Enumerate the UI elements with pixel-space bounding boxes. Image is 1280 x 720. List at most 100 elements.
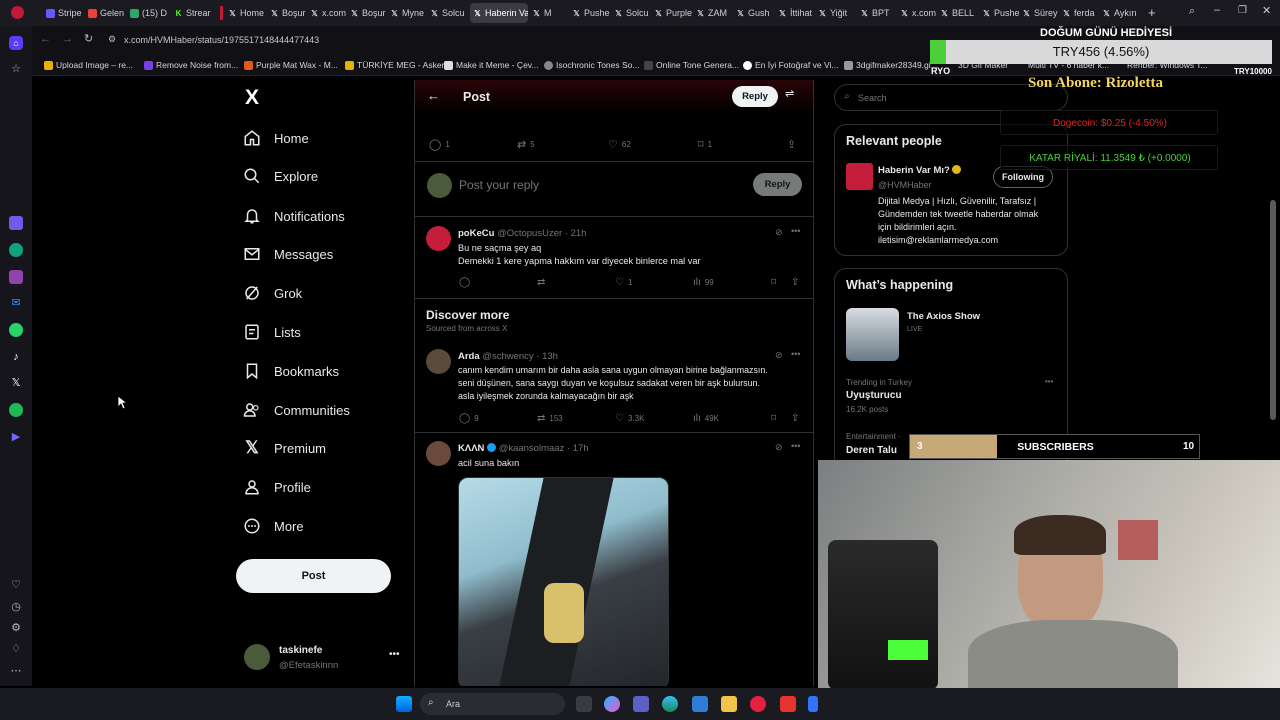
x-icon[interactable]: 𝕏	[9, 376, 23, 390]
opera-icon[interactable]	[750, 696, 766, 712]
repost-action[interactable]: ⇄	[537, 277, 545, 288]
views-action[interactable]: ılı 49K	[693, 413, 719, 424]
page-scrollbar[interactable]	[1270, 200, 1276, 420]
share-action[interactable]: ⇪	[791, 277, 799, 288]
person-handle[interactable]: @HVMHaber	[878, 180, 932, 190]
browser-logo-icon[interactable]	[11, 6, 24, 19]
filter-icon[interactable]: ⇌	[785, 87, 794, 100]
aria-icon[interactable]	[9, 216, 23, 230]
post-button[interactable]: Post	[236, 559, 391, 593]
nav-home[interactable]: Home	[243, 124, 309, 152]
author-handle[interactable]: @kaansolmaaz	[499, 443, 565, 454]
browser-tab[interactable]: (15) D	[130, 3, 170, 23]
more-dots-icon[interactable]: •••	[791, 349, 800, 359]
browser-tab[interactable]: 𝕏ferda	[1062, 3, 1100, 23]
search-tabs-icon[interactable]: ⌕	[1189, 5, 1195, 18]
home-icon[interactable]: ⌂	[9, 36, 23, 50]
browser-tab[interactable]: Stripe	[46, 3, 86, 23]
edge-icon[interactable]	[662, 696, 678, 712]
post-time[interactable]: · 13h	[536, 351, 558, 362]
bookmark[interactable]: Upload Image – re...	[44, 58, 133, 72]
site-info-icon[interactable]: ⚙	[108, 34, 116, 45]
maximize-icon[interactable]: ❐	[1238, 5, 1247, 16]
bookmark[interactable]: TÜRKİYE MEG - Asker...	[345, 58, 451, 72]
share-action[interactable]: ⇪	[787, 138, 796, 151]
grok-icon[interactable]: ⊘	[775, 442, 783, 453]
copilot-icon[interactable]	[604, 696, 620, 712]
nav-more[interactable]: More	[243, 512, 304, 540]
share-action[interactable]: ⇪	[791, 413, 799, 424]
more-dots-icon[interactable]: •••	[791, 441, 800, 451]
browser-tab[interactable]: 𝕏 İttihat	[778, 3, 816, 23]
app-icon[interactable]	[808, 696, 818, 712]
repost-action[interactable]: ⇄ 5	[517, 138, 535, 151]
author-name[interactable]: Arda	[458, 351, 480, 362]
bookmark[interactable]: Make it Meme - Çev...	[444, 58, 539, 72]
bookmark[interactable]: En İyi Fotoğraf ve Vi...	[743, 58, 838, 72]
nav-premium[interactable]: 𝕏 Premium	[243, 434, 326, 462]
forward-icon[interactable]: →	[62, 33, 73, 45]
person-name[interactable]: Haberin Var Mı?	[878, 165, 962, 176]
post-time[interactable]: · 17h	[567, 443, 589, 454]
messenger-icon[interactable]: ✉	[9, 296, 23, 310]
chatgpt-icon[interactable]	[9, 243, 23, 257]
author-handle[interactable]: @schwency	[482, 351, 533, 362]
browser-tab-active[interactable]: 𝕏 Haberin Va	[470, 3, 528, 23]
heart-icon[interactable]: ♡	[9, 578, 23, 592]
history-icon[interactable]: ◷	[9, 600, 23, 614]
player-icon[interactable]: ▶	[9, 430, 23, 444]
more-icon[interactable]: ⋯	[9, 664, 23, 678]
browser-tab[interactable]: 𝕏 Yiğit	[818, 3, 856, 23]
new-tab-icon[interactable]: +	[1148, 5, 1156, 20]
bookmark[interactable]: Isochronic Tones So...	[544, 58, 639, 72]
minimize-icon[interactable]: –	[1214, 4, 1220, 16]
app-icon[interactable]	[780, 696, 796, 712]
browser-tab[interactable]: 𝕏 BPT	[860, 3, 898, 23]
back-icon[interactable]: ←	[40, 33, 51, 45]
reply-action[interactable]: ◯	[459, 277, 470, 288]
like-action[interactable]: ♡ 3.3K	[615, 413, 644, 424]
url-field[interactable]: x.com/HVMHaber/status/197551714844447744…	[124, 35, 319, 45]
nav-communities[interactable]: Communities	[243, 396, 350, 424]
person-bio-email[interactable]: iletisim@reklamlarmedya.com	[878, 235, 998, 245]
more-dots-icon[interactable]: •••	[791, 226, 800, 236]
reload-icon[interactable]: ↻	[84, 32, 93, 45]
header-reply-button[interactable]: Reply	[732, 86, 778, 107]
taskbar-search[interactable]: ⌕ Ara	[420, 693, 565, 715]
browser-tab[interactable]: 𝕏x.com	[310, 3, 346, 23]
spotify-icon[interactable]	[9, 403, 23, 417]
browser-tab[interactable]: 𝕏 Solcu	[430, 3, 466, 23]
browser-tab[interactable]: 𝕏 BELL	[940, 3, 978, 23]
nav-messages[interactable]: Messages	[243, 240, 333, 268]
browser-tab[interactable]: K Strear	[174, 3, 214, 23]
bookmark[interactable]: Online Tone Genera...	[644, 58, 739, 72]
browser-tab[interactable]: 𝕏 Aykırı	[1102, 3, 1140, 23]
browser-tab[interactable]: 𝕏 Boşur	[350, 3, 386, 23]
back-arrow-icon[interactable]: ←	[427, 88, 440, 103]
composer-reply-button[interactable]: Reply	[753, 173, 802, 196]
reply-composer-input[interactable]: Post your reply	[459, 178, 539, 192]
nav-notifications[interactable]: Notifications	[243, 202, 345, 230]
account-switcher[interactable]: taskinefe @Efetaskinnn •••	[244, 643, 404, 675]
author-name[interactable]: ΚΛΛΝ	[458, 443, 484, 454]
browser-tab[interactable]: 𝕏 Gush	[736, 3, 774, 23]
windows-start-icon[interactable]	[396, 696, 412, 712]
nav-bookmarks[interactable]: Bookmarks	[243, 357, 339, 385]
like-action[interactable]: ♡ 1	[615, 277, 632, 288]
whatsapp-icon[interactable]	[9, 323, 23, 337]
bookmark-action[interactable]: ⌑	[771, 277, 776, 288]
tweet-media[interactable]	[458, 477, 669, 686]
teams-icon[interactable]	[633, 696, 649, 712]
browser-tab[interactable]: 𝕏 Myne	[390, 3, 426, 23]
trend-name[interactable]: Deren Talu	[846, 445, 897, 456]
bookmark-action[interactable]: ⌑	[771, 413, 776, 424]
repost-action[interactable]: ⇄ 153	[537, 413, 563, 424]
browser-tab[interactable]: 𝕏x.com	[900, 3, 938, 23]
nav-explore[interactable]: Explore	[243, 162, 318, 190]
bulb-icon[interactable]: ♢	[9, 642, 23, 656]
browser-tab[interactable]: 𝕏M	[532, 3, 566, 23]
browser-tab[interactable]: Gelen	[88, 3, 128, 23]
author-name[interactable]: poKeCu	[458, 228, 494, 239]
search-input[interactable]: Search	[858, 93, 887, 103]
more-dots-icon[interactable]: •••	[1045, 377, 1053, 386]
